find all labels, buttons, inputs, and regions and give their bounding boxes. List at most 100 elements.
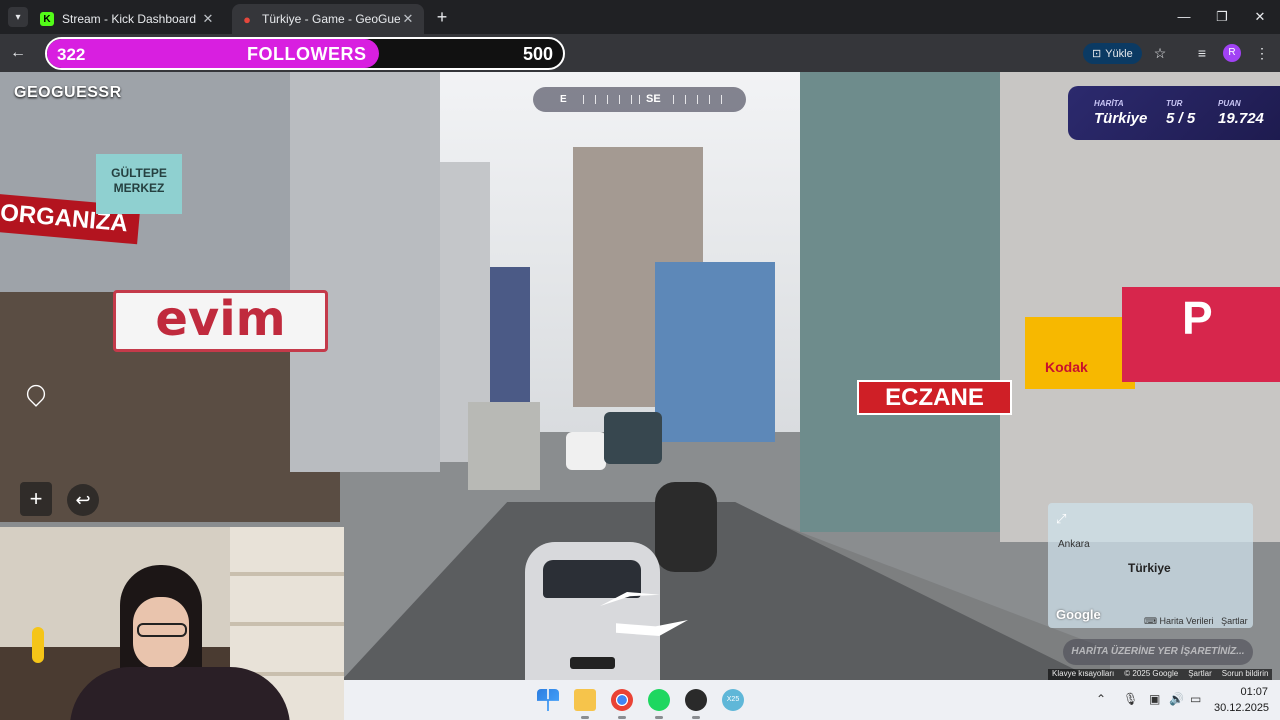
media-controls-icon[interactable]: ≡ (1192, 43, 1212, 63)
keyboard-icon[interactable]: ⌨ (1144, 616, 1157, 626)
expand-map-icon[interactable]: ⤢ (1056, 511, 1066, 527)
compass-tick (607, 95, 608, 104)
zoom-in-button[interactable]: + (20, 482, 52, 516)
tab-geoguessr[interactable]: ● Türkiye - Game - GeoGuessr ✕ (232, 4, 424, 34)
windows-taskbar: X25 ⌃ 🎙 ▣ 🔊 ▭ 01:07 30.12.2025 (344, 680, 1280, 720)
map-label: HARİTA (1094, 99, 1124, 108)
minimap-city-label: Ankara (1058, 539, 1090, 550)
car-windshield (543, 560, 641, 598)
map-value: Türkiye (1094, 110, 1148, 127)
streamer-glasses (137, 623, 187, 637)
microphone-icon[interactable]: 🎙 (1123, 692, 1138, 706)
merkez-sign: GÜLTEPE MERKEZ (96, 154, 182, 214)
windows-start-icon[interactable] (537, 689, 559, 711)
google-logo: Google (1056, 607, 1101, 622)
map-status: HARİTA Türkiye (1094, 99, 1147, 127)
close-tab-icon[interactable]: ✕ (200, 11, 216, 27)
browser-tab-strip: ▾ K Stream - Kick Dashboard ✕ ● Türkiye … (0, 0, 1280, 34)
app-running-indicator (618, 716, 626, 719)
truck (468, 402, 540, 490)
battery-icon[interactable]: ▭ (1190, 692, 1201, 706)
report-problem-link[interactable]: Sorun bildirin (1222, 669, 1269, 680)
install-label: Yükle (1105, 47, 1133, 60)
app-running-indicator (581, 716, 589, 719)
round-label: TUR (1166, 99, 1183, 108)
terms-link[interactable]: Şartlar (1188, 669, 1212, 680)
clock-time: 01:07 (1240, 686, 1268, 698)
map-attribution: ⌨ Harita Verileri Şartlar (1144, 616, 1248, 627)
volume-icon[interactable]: 🔊 (1169, 692, 1184, 706)
clock-date: 30.12.2025 (1214, 702, 1270, 714)
evim-sign: evim (113, 290, 328, 352)
follower-goal-target: 500 (522, 44, 553, 64)
white-van (566, 432, 606, 470)
guess-minimap[interactable]: ⤢ Ankara Türkiye Google ⌨ Harita Veriler… (1048, 503, 1253, 628)
copyright-text: © 2025 Google (1124, 669, 1179, 678)
round-value: 5 / 5 (1166, 110, 1196, 127)
tab-title: Türkiye - Game - GeoGuessr (262, 12, 400, 26)
file-explorer-icon[interactable] (574, 689, 596, 711)
score-status: PUAN 19.724 (1218, 99, 1264, 127)
chrome-icon[interactable] (611, 689, 633, 711)
microphone (32, 627, 44, 663)
browser-toolbar: ← 322 FOLLOWERS 500 ⊡ Yükle ☆ ≡ R ⋮ (0, 34, 1280, 72)
streamer-webcam (0, 527, 344, 720)
spotify-icon[interactable] (648, 689, 670, 711)
install-icon: ⊡ (1092, 48, 1102, 60)
compass-tick (595, 95, 596, 104)
app-running-indicator (655, 716, 663, 719)
restore-button[interactable]: ❐ (1204, 6, 1240, 28)
app-icon[interactable]: X25 (722, 689, 744, 711)
compass-tick (631, 95, 632, 104)
show-hidden-icons[interactable]: ⌃ (1096, 692, 1106, 706)
bus (604, 412, 662, 464)
geoguessr-pin-icon: ● (243, 11, 251, 27)
map-terms-link[interactable]: Şartlar (1221, 616, 1248, 626)
guess-button[interactable]: HARİTA ÜZERİNE YER İŞARETİNİZ... (1063, 639, 1253, 665)
kick-icon: K (40, 12, 54, 26)
compass-tick (721, 95, 722, 104)
new-tab-button[interactable]: + (432, 8, 452, 28)
compass-tick (619, 95, 620, 104)
more-menu-icon[interactable]: ⋮ (1252, 43, 1272, 63)
obs-icon[interactable] (685, 689, 707, 711)
map-data-link[interactable]: Harita Verileri (1160, 616, 1214, 626)
geoguessr-logo[interactable]: GEOGUESSR (14, 84, 122, 102)
minimize-button[interactable]: — (1166, 6, 1202, 28)
compass-tick (697, 95, 698, 104)
white-car (525, 542, 660, 680)
tab-kick-dashboard[interactable]: K Stream - Kick Dashboard ✕ (32, 4, 224, 34)
app-running-indicator (692, 716, 700, 719)
system-clock[interactable]: 01:07 30.12.2025 (1214, 684, 1270, 716)
compass-tick (685, 95, 686, 104)
install-app-button[interactable]: ⊡ Yükle (1083, 43, 1142, 64)
back-arrow-icon[interactable]: ← (8, 43, 28, 63)
undo-move-button[interactable]: ↩ (67, 484, 99, 516)
close-window-button[interactable]: ✕ (1242, 6, 1278, 28)
tab-title: Stream - Kick Dashboard (62, 12, 197, 26)
profile-avatar[interactable]: R (1223, 44, 1241, 62)
follower-current-count: 322 (57, 45, 86, 64)
follower-goal-label: FOLLOWERS (247, 44, 367, 64)
motorcycle-rider (655, 482, 717, 572)
red-shop-sign: P (1122, 287, 1280, 382)
tab-search-button[interactable]: ▾ (8, 7, 28, 27)
score-value: 19.724 (1218, 110, 1264, 127)
google-footer: Klavye kısayolları © 2025 Google Şartlar… (1048, 669, 1273, 680)
compass-tick (709, 95, 710, 104)
streamer-body (70, 667, 290, 720)
car-grille (570, 657, 615, 669)
building-blue (655, 262, 775, 442)
compass-east-label: E (560, 94, 567, 105)
network-icon[interactable]: ▣ (1149, 692, 1160, 706)
keyboard-shortcuts-link[interactable]: Klavye kısayolları (1052, 669, 1114, 680)
round-status: TUR 5 / 5 (1166, 99, 1195, 127)
shelf-board (230, 622, 344, 626)
building-left-2 (290, 72, 440, 472)
minimap-country-label: Türkiye (1128, 561, 1171, 575)
close-tab-icon[interactable]: ✕ (400, 11, 416, 27)
compass-tick (673, 95, 674, 104)
bookmark-star-icon[interactable]: ☆ (1150, 43, 1170, 63)
compass-tick (583, 95, 584, 104)
compass: E SE (533, 87, 746, 112)
